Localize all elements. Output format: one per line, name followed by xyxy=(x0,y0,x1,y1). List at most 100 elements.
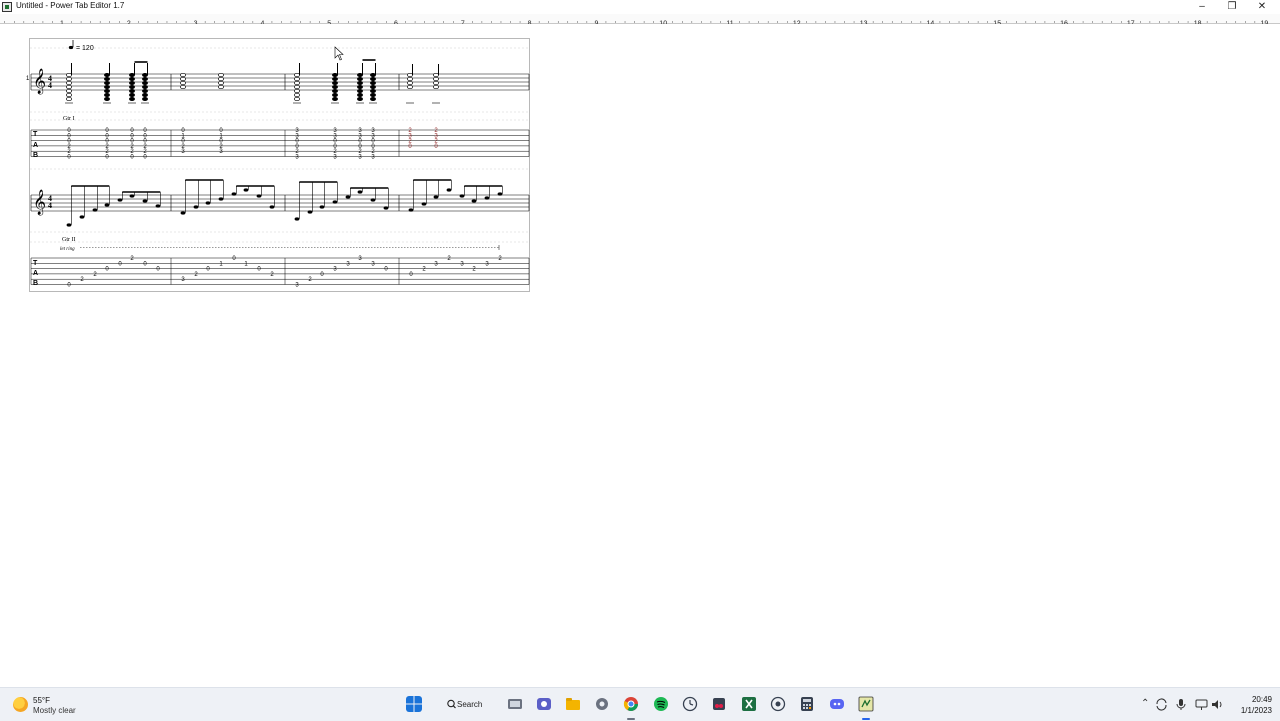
clock-date[interactable]: 1/1/2023 xyxy=(1226,706,1272,715)
note-head xyxy=(294,84,300,90)
note-head xyxy=(104,80,110,86)
start-windows-icon[interactable] xyxy=(406,696,422,712)
close-button[interactable]: ✕ xyxy=(1250,0,1274,14)
note-head xyxy=(142,199,148,203)
tab-clef-t: T xyxy=(33,131,38,138)
minimize-button[interactable]: – xyxy=(1190,0,1214,14)
note-head xyxy=(142,84,148,90)
calculator-icon[interactable] xyxy=(799,696,815,712)
note-head xyxy=(142,92,148,98)
media-app-icon[interactable] xyxy=(770,696,786,712)
note-head xyxy=(104,88,110,94)
weather-description[interactable]: Mostly clear xyxy=(33,706,76,715)
clock-app-icon[interactable] xyxy=(682,696,698,712)
sync-icon[interactable] xyxy=(1155,698,1171,714)
note-head xyxy=(370,198,376,202)
weather-moon-icon[interactable] xyxy=(13,697,28,712)
note-head xyxy=(104,96,110,102)
note-head xyxy=(370,72,376,78)
excel-icon[interactable] xyxy=(741,696,757,712)
note-head xyxy=(66,76,72,82)
note-head xyxy=(332,72,338,78)
teams-icon[interactable] xyxy=(536,696,552,712)
power-tab-editor-icon[interactable] xyxy=(858,696,874,712)
note-head xyxy=(294,80,300,86)
treble-clef-icon: 𝄞 xyxy=(33,68,46,94)
note-head xyxy=(294,88,300,94)
note-head xyxy=(180,84,186,90)
tab-clef-a: A xyxy=(33,270,38,277)
note-head xyxy=(332,96,338,102)
tab-clef-b: B xyxy=(33,280,38,287)
note-head xyxy=(66,96,72,102)
settings-gear-icon[interactable] xyxy=(594,696,610,712)
note-head xyxy=(243,188,249,192)
note-head xyxy=(370,76,376,82)
note-head xyxy=(129,92,135,98)
note-head xyxy=(332,92,338,98)
time-sig-bottom: 4 xyxy=(48,81,52,90)
ruler: 12345678910111213141516171819 xyxy=(0,14,1280,28)
score-canvas[interactable]: = 120 1 𝄞 4 4 Gtr I T A B 00022000022000… xyxy=(0,24,1280,687)
network-icon[interactable] xyxy=(1195,698,1211,714)
note-head xyxy=(370,84,376,90)
treble-clef-icon: 𝄞 xyxy=(33,189,46,215)
note-head xyxy=(383,206,389,210)
note-head xyxy=(370,80,376,86)
search-label[interactable]: Search xyxy=(457,700,482,709)
note-head xyxy=(180,72,186,78)
task-view-icon[interactable] xyxy=(507,696,523,712)
note-head xyxy=(433,84,439,90)
note-head xyxy=(66,84,72,90)
snipping-tool-icon[interactable] xyxy=(711,696,727,712)
tab-clef-b: B xyxy=(33,152,38,159)
note-head xyxy=(180,80,186,86)
show-hidden-icons-chevron-icon[interactable]: ⌃ xyxy=(1141,698,1149,709)
note-head xyxy=(66,88,72,94)
note-head xyxy=(294,72,300,78)
note-head xyxy=(294,217,300,221)
discord-icon[interactable] xyxy=(829,696,845,712)
note-head xyxy=(357,92,363,98)
note-head xyxy=(142,96,148,102)
note-head xyxy=(332,84,338,90)
note-head xyxy=(319,205,325,209)
note-head xyxy=(370,92,376,98)
note-head xyxy=(218,76,224,82)
note-head xyxy=(370,88,376,94)
note-head xyxy=(421,202,427,206)
guitar-1-label: Gtr I xyxy=(63,116,75,122)
time-sig-bottom: 4 xyxy=(48,201,52,210)
note-head xyxy=(129,96,135,102)
tab-clef-a: A xyxy=(33,142,38,149)
spotify-icon[interactable] xyxy=(653,696,669,712)
let-ring-label: let ring xyxy=(60,247,75,252)
note-head xyxy=(370,96,376,102)
note-head xyxy=(332,200,338,204)
note-head xyxy=(294,96,300,102)
note-head xyxy=(104,203,110,207)
note-head xyxy=(433,195,439,199)
clock-time[interactable]: 20:49 xyxy=(1236,695,1272,704)
note-head xyxy=(357,190,363,194)
score-area[interactable]: = 120 1 𝄞 4 4 Gtr I T A B 00022000022000… xyxy=(0,24,1280,687)
app-icon[interactable] xyxy=(2,2,12,12)
file-explorer-icon[interactable] xyxy=(565,696,581,712)
weather-temperature[interactable]: 55°F xyxy=(33,696,50,705)
note-head xyxy=(332,88,338,94)
note-head xyxy=(155,204,161,208)
note-head xyxy=(231,192,237,196)
chrome-icon[interactable] xyxy=(623,696,639,712)
note-head xyxy=(407,72,413,78)
note-head xyxy=(218,197,224,201)
microphone-icon[interactable] xyxy=(1175,698,1191,714)
note-head xyxy=(357,88,363,94)
note-head xyxy=(129,88,135,94)
restore-button[interactable]: ❐ xyxy=(1220,0,1244,14)
volume-icon[interactable] xyxy=(1211,698,1227,714)
tab-clef-t: T xyxy=(33,260,38,267)
note-head xyxy=(142,76,148,82)
note-head xyxy=(79,215,85,219)
note-head xyxy=(193,205,199,209)
note-head xyxy=(407,84,413,90)
